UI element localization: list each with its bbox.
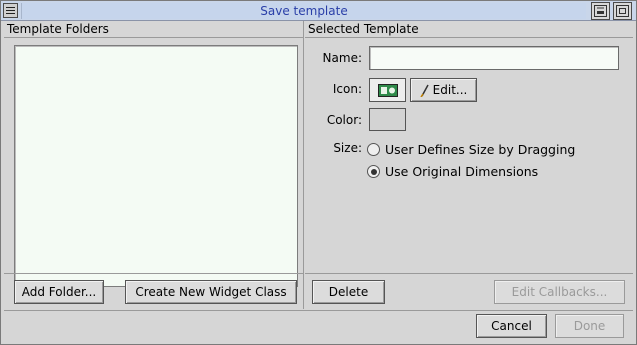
- template-folders-list[interactable]: [14, 45, 298, 287]
- edit-icon-label: Edit...: [432, 83, 468, 97]
- divider: [305, 37, 633, 38]
- template-folders-header: Template Folders: [7, 22, 109, 36]
- size-label: Size:: [333, 141, 362, 155]
- minimize-button[interactable]: [591, 2, 610, 20]
- edit-callbacks-label: Edit Callbacks...: [511, 285, 608, 299]
- size-option-label: User Defines Size by Dragging: [385, 142, 576, 157]
- dialog-button-bar: Cancel Done: [4, 310, 633, 340]
- maximize-icon: [616, 5, 629, 17]
- name-label: Name:: [322, 51, 362, 65]
- color-swatch[interactable]: [369, 108, 406, 131]
- radio-button-selected[interactable]: [367, 165, 380, 178]
- size-option-user-defines[interactable]: User Defines Size by Dragging: [367, 142, 575, 157]
- minimize-icon: [594, 5, 607, 17]
- delete-label: Delete: [328, 285, 369, 299]
- save-template-dialog: Save template Template Folders Add Folde…: [0, 0, 637, 345]
- cancel-button[interactable]: Cancel: [476, 314, 547, 338]
- create-new-widget-class-button[interactable]: Create New Widget Class: [125, 280, 297, 304]
- divider: [4, 273, 303, 274]
- divider: [4, 37, 303, 38]
- title-bar[interactable]: Save template: [1, 1, 636, 21]
- done-label: Done: [573, 319, 606, 333]
- color-label: Color:: [326, 113, 362, 127]
- icon-label: Icon:: [332, 82, 362, 96]
- add-folder-button[interactable]: Add Folder...: [14, 280, 104, 304]
- divider: [305, 273, 633, 274]
- create-class-label: Create New Widget Class: [135, 285, 287, 299]
- name-input[interactable]: [369, 46, 619, 70]
- selected-template-header: Selected Template: [308, 22, 419, 36]
- window-title: Save template: [260, 4, 348, 18]
- radio-button[interactable]: [367, 143, 380, 156]
- selected-template-panel: Selected Template Name: Icon: Edit... Co…: [305, 21, 633, 309]
- delete-button[interactable]: Delete: [312, 280, 385, 304]
- cancel-label: Cancel: [491, 319, 532, 333]
- template-icon-preview[interactable]: [369, 78, 406, 102]
- pencil-icon: [420, 84, 429, 97]
- window-menu-icon[interactable]: [3, 3, 18, 18]
- edit-icon-button[interactable]: Edit...: [410, 78, 477, 102]
- edit-callbacks-button[interactable]: Edit Callbacks...: [494, 280, 625, 304]
- widget-icon: [377, 83, 398, 97]
- size-option-original-dimensions[interactable]: Use Original Dimensions: [367, 164, 538, 179]
- done-button[interactable]: Done: [555, 314, 624, 338]
- template-folders-panel: Template Folders Add Folder... Create Ne…: [4, 21, 304, 309]
- maximize-button[interactable]: [613, 2, 632, 20]
- add-folder-label: Add Folder...: [21, 285, 97, 299]
- size-option-label: Use Original Dimensions: [385, 164, 539, 179]
- title-area[interactable]: Save template: [21, 3, 586, 19]
